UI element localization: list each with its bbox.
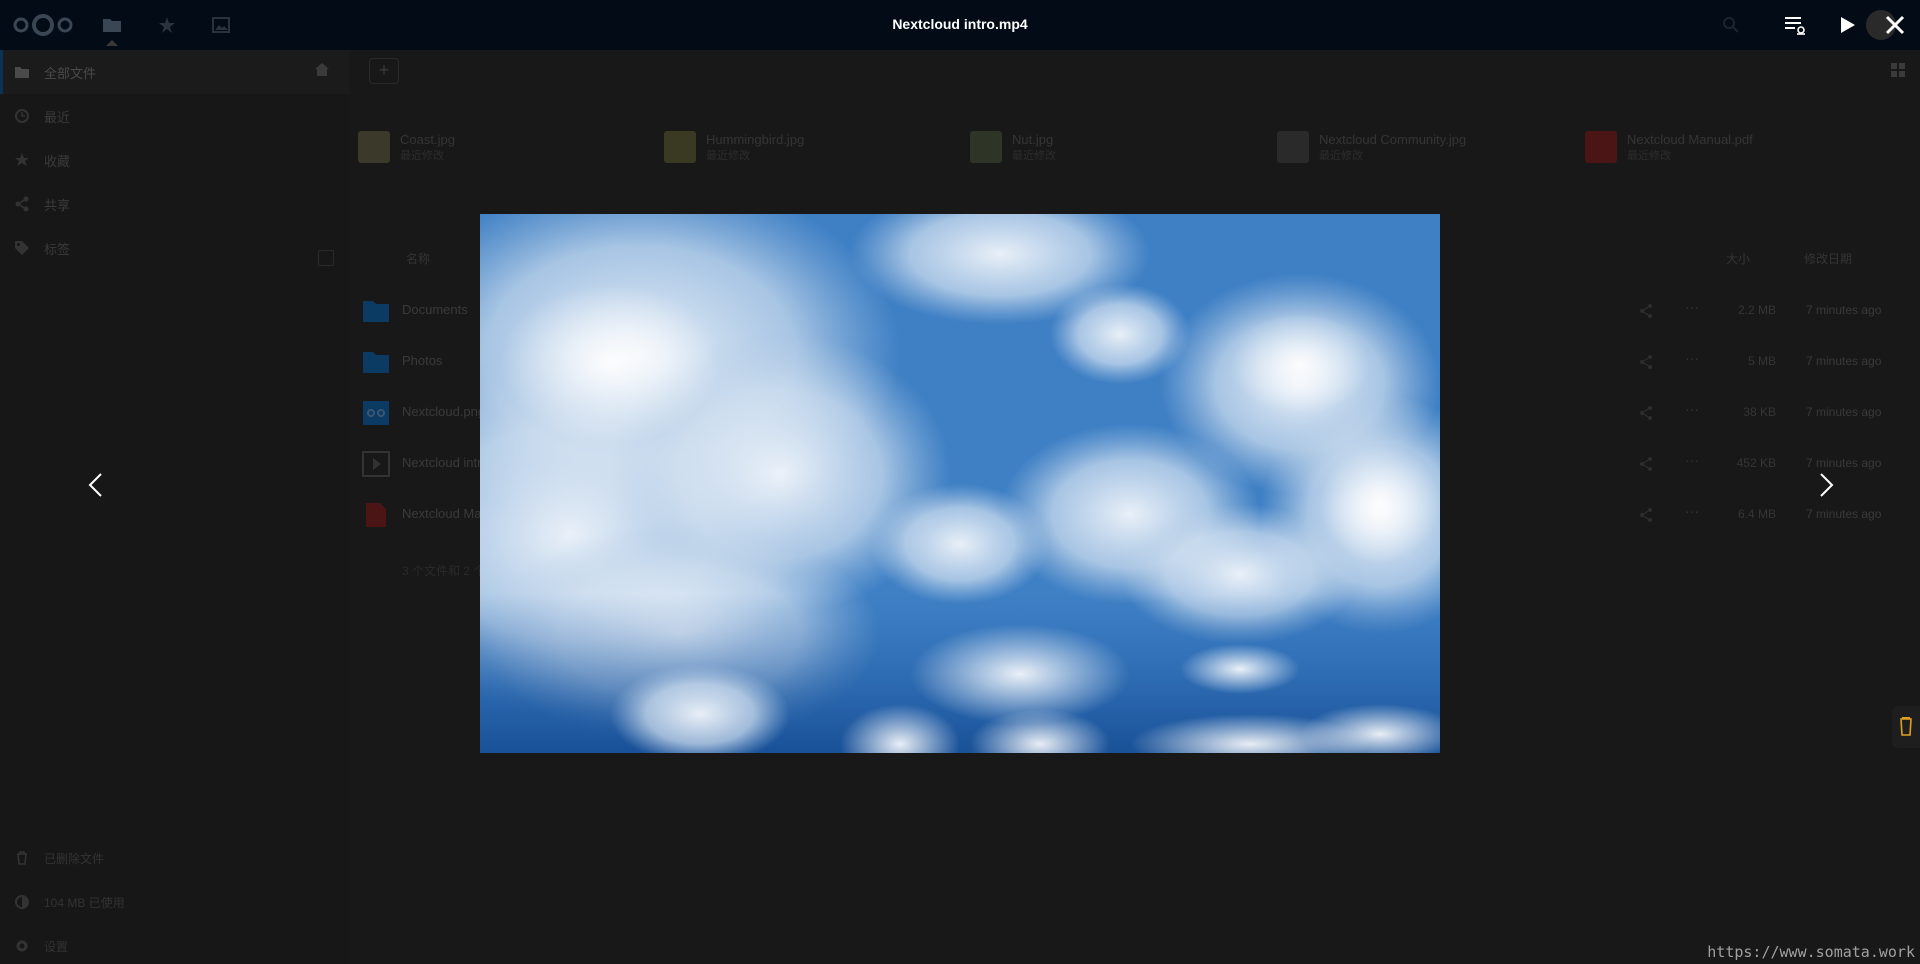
recent-file-ext: .jpg: [1445, 131, 1467, 147]
sidebar-item-label: 设置: [44, 939, 69, 954]
recent-file-ext: .jpg: [1032, 131, 1054, 147]
close-icon[interactable]: [1882, 12, 1908, 38]
viewer-title: Nextcloud intro.mp4: [892, 16, 1028, 32]
recent-file-ext: .pdf: [1731, 131, 1753, 147]
video-frame-clouds: [480, 214, 1440, 753]
sidebar-toggle-icon[interactable]: [1782, 12, 1808, 38]
file-size: 38 KB: [1743, 405, 1776, 419]
folder-icon: [363, 352, 389, 373]
tag-icon: [14, 240, 30, 256]
sidebar-item-quota[interactable]: 104 MB 已使用: [0, 882, 350, 922]
recent-file-name: Hummingbird: [706, 131, 784, 147]
recent-file-manual[interactable]: Nextcloud Manual.pdf 最近修改: [1585, 130, 1753, 164]
app-navigation: 全部文件 最近 收藏 共享 标签 已删除文件 104 MB 已使用 设置: [0, 50, 350, 964]
file-modified: 7 minutes ago: [1806, 405, 1882, 419]
sidebar-item-deleted-files[interactable]: 已删除文件: [0, 838, 350, 878]
file-modified: 7 minutes ago: [1806, 354, 1882, 368]
video-player[interactable]: [480, 214, 1440, 753]
file-size: 5 MB: [1747, 354, 1776, 368]
sidebar-item-shares[interactable]: 共享: [0, 182, 350, 226]
sidebar-item-label: 104 MB 已使用: [44, 895, 125, 910]
recent-file-name: Coast: [400, 131, 434, 147]
file-name: Photos: [402, 353, 443, 368]
sidebar-item-label: 已删除文件: [44, 851, 105, 866]
folder-icon: [363, 301, 389, 322]
sidebar-item-favorites[interactable]: 收藏: [0, 138, 350, 182]
recent-file-sub: 最近修改: [1012, 149, 1056, 162]
file-size: 452 KB: [1736, 456, 1776, 470]
recent-file-name: Nextcloud Community: [1319, 131, 1446, 147]
home-icon[interactable]: [314, 62, 330, 78]
star-icon: [14, 152, 30, 168]
share-icon[interactable]: [1638, 354, 1654, 370]
trash-icon: [15, 851, 29, 865]
extension-tab[interactable]: [1892, 706, 1920, 748]
viewer-header: Nextcloud intro.mp4: [0, 0, 1920, 50]
column-modified-header[interactable]: 修改日期: [1804, 250, 1852, 267]
recent-file-name: Nextcloud Manual: [1627, 131, 1732, 147]
sidebar-item-label: 收藏: [44, 153, 71, 169]
column-size-header[interactable]: 大小: [1726, 250, 1750, 267]
file-name: Documents: [402, 302, 468, 317]
file-thumbnail: [970, 131, 1002, 163]
sidebar-item-settings[interactable]: 设置: [0, 926, 350, 964]
file-size: 2.2 MB: [1737, 303, 1776, 317]
recent-file-ext: .jpg: [433, 131, 455, 147]
recent-file-nut[interactable]: Nut.jpg 最近修改: [970, 130, 1056, 164]
column-name-header[interactable]: 名称: [406, 250, 430, 267]
recent-file-sub: 最近修改: [1319, 149, 1363, 162]
gear-icon: [15, 939, 29, 953]
image-file-icon: [363, 401, 389, 425]
share-icon[interactable]: [1638, 456, 1654, 472]
file-thumbnail: [664, 131, 696, 163]
more-actions-icon[interactable]: ···: [1685, 350, 1699, 366]
cup-icon: [1900, 717, 1912, 736]
new-file-button[interactable]: +: [369, 58, 399, 84]
grid-view-icon[interactable]: [1890, 62, 1906, 78]
recent-file-ext: .jpg: [783, 131, 805, 147]
pdf-icon: [366, 503, 386, 527]
more-actions-icon[interactable]: ···: [1685, 452, 1699, 468]
sidebar-item-label: 共享: [44, 197, 71, 213]
sidebar-item-tags[interactable]: 标签: [0, 226, 350, 270]
share-icon[interactable]: [1638, 405, 1654, 421]
clock-icon: [14, 108, 30, 124]
recent-file-coast[interactable]: Coast.jpg 最近修改: [358, 130, 455, 164]
more-actions-icon[interactable]: ···: [1685, 299, 1699, 315]
file-thumbnail: [1277, 131, 1309, 163]
share-icon[interactable]: [1638, 507, 1654, 523]
recent-file-sub: 最近修改: [1627, 149, 1671, 162]
share-icon[interactable]: [1638, 303, 1654, 319]
file-modified: 7 minutes ago: [1806, 456, 1882, 470]
file-thumbnail: [358, 131, 390, 163]
file-name: Nextcloud.png: [402, 404, 486, 419]
slideshow-play-icon[interactable]: [1834, 12, 1860, 38]
file-modified: 7 minutes ago: [1806, 507, 1882, 521]
more-actions-icon[interactable]: ···: [1685, 503, 1699, 519]
sidebar-item-label: 最近: [44, 109, 71, 125]
next-arrow-icon[interactable]: [1810, 470, 1840, 500]
video-file-icon: [362, 451, 390, 477]
file-modified: 7 minutes ago: [1806, 303, 1882, 317]
more-actions-icon[interactable]: ···: [1685, 401, 1699, 417]
previous-arrow-icon[interactable]: [82, 470, 112, 500]
recent-file-community[interactable]: Nextcloud Community.jpg 最近修改: [1277, 130, 1466, 164]
quota-icon: [15, 895, 29, 909]
sidebar-item-recent[interactable]: 最近: [0, 94, 350, 138]
share-icon: [14, 196, 30, 212]
recent-file-hummingbird[interactable]: Hummingbird.jpg 最近修改: [664, 130, 804, 164]
sidebar-item-label: 全部文件: [44, 65, 97, 81]
watermark-text: https://www.somata.work: [1707, 943, 1915, 961]
select-all-checkbox[interactable]: [318, 250, 334, 266]
recent-file-sub: 最近修改: [706, 149, 750, 162]
recent-file-name: Nut: [1012, 131, 1033, 147]
sidebar-item-all-files[interactable]: 全部文件: [0, 50, 350, 94]
sidebar-item-label: 标签: [44, 241, 71, 257]
pdf-icon: [1585, 131, 1617, 163]
recent-file-sub: 最近修改: [400, 149, 444, 162]
file-size: 6.4 MB: [1737, 507, 1776, 521]
folder-icon: [14, 64, 30, 80]
